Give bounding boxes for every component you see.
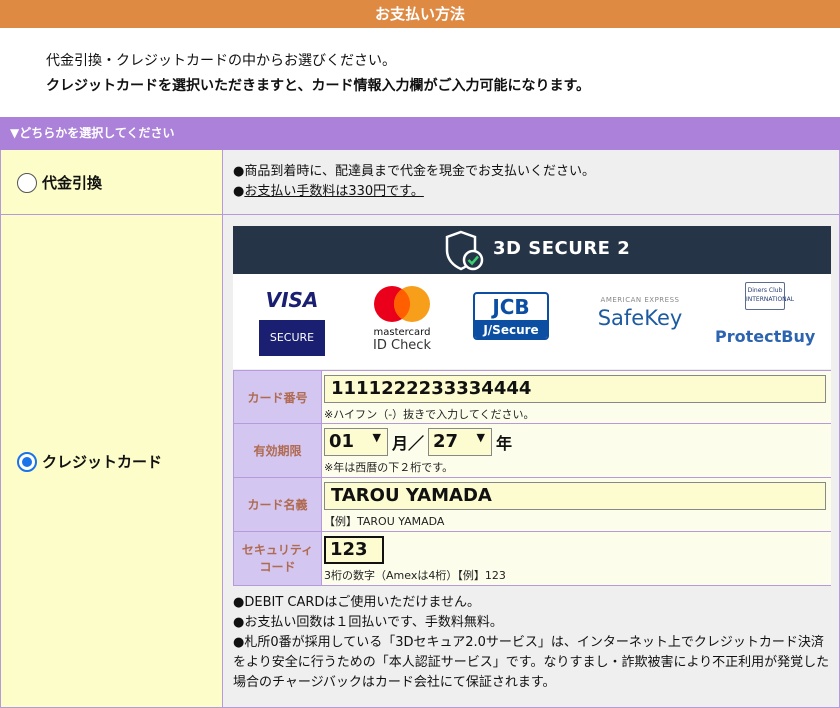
3d-secure-label: 3D SECURE 2 [493,238,631,259]
3d-secure-banner: 3D SECURE 2 [233,226,831,274]
chevron-down-icon: ▼ [476,431,486,444]
intro-text: 代金引換・クレジットカードの中からお選びください。 [46,53,396,69]
visa-secure-word: SECURE [259,320,325,356]
card-name-cell: TAROU YAMADA 【例】TAROU YAMADA [322,478,831,531]
expiry-year-value: 27 [433,431,459,452]
cvc-label-line2: コード [259,559,296,574]
safekey-word: SafeKey [597,306,683,330]
expiry-month-unit: 月／ [392,434,425,453]
credit-info: 3D SECURE 2 VISA SECURE mastercard ID Ch… [223,215,839,707]
section-title: お支払い方法 [0,0,840,28]
intro-text-bold: クレジットカードを選択いただきますと、カード情報入力欄がご入力可能になります。 [46,78,591,94]
shield-check-icon [445,230,484,271]
cod-radio-wrap[interactable]: 代金引換 [17,172,102,193]
payment-option-cod: 代金引換 ●商品到着時に、配達員まで代金を現金でお支払いください。 ●お支払い手… [0,150,840,215]
diners-emblem: Diners Club INTERNATIONAL [745,282,795,310]
card-info-form: カード番号 1111222233334444 ※ハイフン（-）抜きで入力してくだ… [233,370,831,586]
card-brand-logos: VISA SECURE mastercard ID Check JCB J/Se… [233,274,831,369]
amex-safekey-logo: AMERICAN EXPRESS SafeKey [585,296,695,330]
cvc-row: セキュリティ コード 123 3桁の数字（Amexは4桁）【例】123 [234,532,831,586]
cod-radio[interactable] [17,172,37,193]
diners-intl-word: INTERNATIONAL [746,296,795,303]
payment-option-credit: クレジットカード 3D SECURE 2 VISA SECURE masterc… [0,215,840,708]
cod-label[interactable]: 代金引換 [42,172,102,193]
cvc-input[interactable]: 123 [324,536,384,564]
cod-note-2: ●お支払い手数料は330円です。 [233,182,424,202]
expiry-label: 有効期限 [234,424,322,477]
cvc-label-line1: セキュリティ [241,542,314,557]
expiry-year-unit: 年 [496,434,513,453]
credit-note-installment: ●お支払い回数は１回払いです、手数料無料。 [233,615,503,630]
cod-cell[interactable]: 代金引換 [1,150,223,214]
credit-notes: ●DEBIT CARDはご使用いただけません。 ●お支払い回数は１回払いです、手… [233,593,831,693]
card-number-row: カード番号 1111222233334444 ※ハイフン（-）抜きで入力してくだ… [234,370,831,424]
visa-word: VISA [265,288,319,312]
credit-note-3dsecure: ●札所0番が採用している「3Dセキュア2.0サービス」は、インターネット上でクレ… [233,635,830,690]
expiry-month-select[interactable]: 01 ▼ [324,428,388,456]
protectbuy-word: ProtectBuy [715,327,816,346]
expiry-row: 有効期限 01 ▼ 月／ 27 ▼ 年 ※年は西暦の下２桁です。 [234,424,831,478]
jcb-jsecure-logo: JCB J/Secure [473,292,549,340]
expiry-cell: 01 ▼ 月／ 27 ▼ 年 ※年は西暦の下２桁です。 [322,424,831,477]
card-number-input[interactable]: 1111222233334444 [324,375,826,403]
cod-note-2-bullet: ● [233,184,245,199]
expiry-year-select[interactable]: 27 ▼ [428,428,493,456]
select-prompt: ▼どちらかを選択してください [0,117,840,150]
diners-protectbuy-logo: Diners Club INTERNATIONAL ProtectBuy [715,282,815,346]
cvc-hint: 3桁の数字（Amexは4桁）【例】123 [324,569,506,582]
mastercard-word: mastercard [373,327,431,338]
expiry-month-value: 01 [329,431,355,452]
jcb-word: JCB [492,295,530,319]
mastercard-idcheck-logo: mastercard ID Check [366,284,438,353]
card-number-label: カード番号 [234,371,322,423]
cod-note-1: ●商品到着時に、配達員まで代金を現金でお支払いください。 [233,164,595,179]
id-check-word: ID Check [373,338,431,353]
expiry-hint: ※年は西暦の下２桁です。 [324,461,454,474]
card-name-input[interactable]: TAROU YAMADA [324,482,826,510]
chevron-down-icon: ▼ [372,431,381,444]
cod-fee-text: お支払い手数料は330円です。 [244,184,424,199]
mastercard-circles-icon [374,286,430,322]
card-name-row: カード名義 TAROU YAMADA 【例】TAROU YAMADA [234,478,831,532]
credit-cell[interactable]: クレジットカード [1,215,223,707]
jsecure-word: J/Secure [475,320,547,338]
diners-word: Diners Club [747,287,783,294]
cod-info: ●商品到着時に、配達員まで代金を現金でお支払いください。 ●お支払い手数料は33… [223,150,839,214]
card-number-cell: 1111222233334444 ※ハイフン（-）抜きで入力してください。 [322,371,831,423]
card-number-hint: ※ハイフン（-）抜きで入力してください。 [324,408,535,421]
credit-note-debit: ●DEBIT CARDはご使用いただけません。 [233,595,481,610]
cvc-label: セキュリティ コード [234,532,322,585]
credit-label[interactable]: クレジットカード [42,451,162,472]
visa-secure-logo: VISA SECURE [259,288,325,356]
credit-radio-wrap[interactable]: クレジットカード [17,451,162,472]
card-name-hint: 【例】TAROU YAMADA [324,515,445,528]
card-name-label: カード名義 [234,478,322,531]
amex-word: AMERICAN EXPRESS [600,296,680,304]
cvc-cell: 123 3桁の数字（Amexは4桁）【例】123 [322,532,831,585]
credit-radio[interactable] [17,451,37,472]
